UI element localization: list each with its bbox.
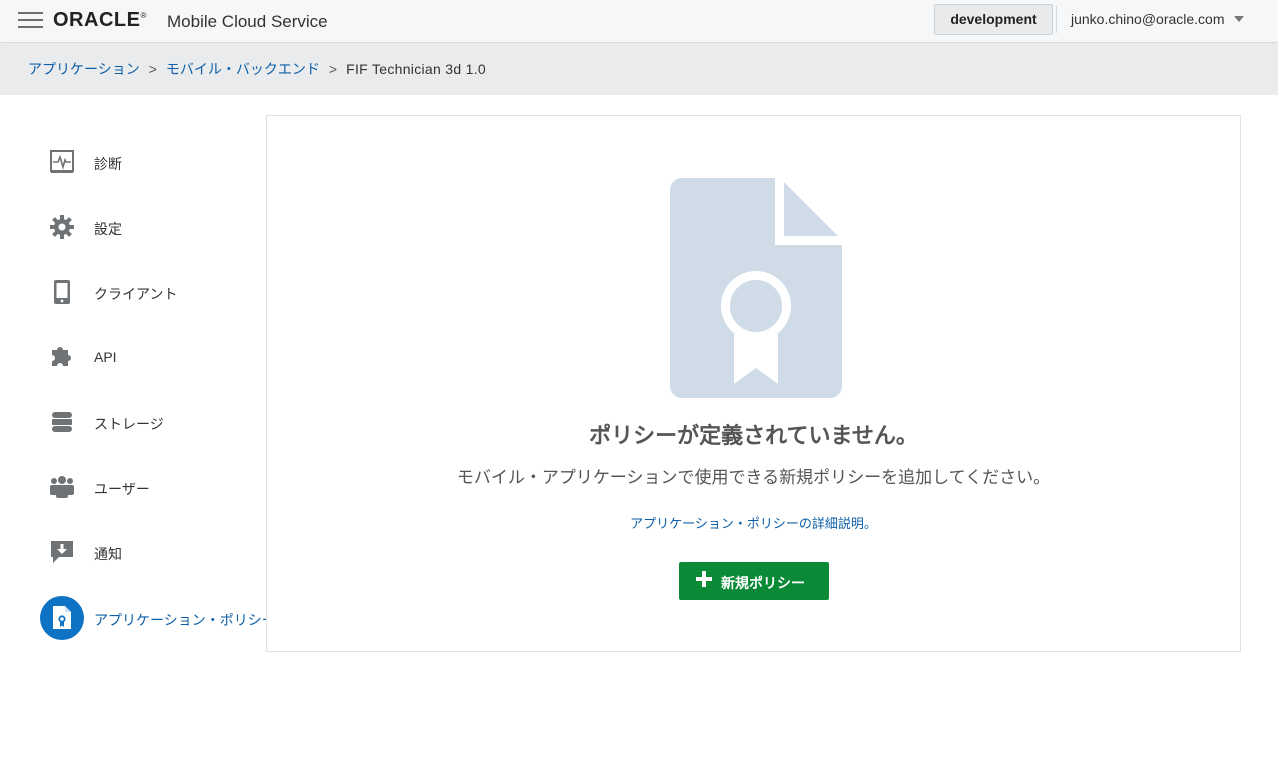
sidebar-item-storage[interactable]: ストレージ: [40, 400, 255, 444]
sidebar-item-label: 診断: [94, 156, 122, 172]
breadcrumb-bar: アプリケーション > モバイル・バックエンド > FIF Technician 3d 1…: [0, 44, 1278, 95]
notification-icon: [40, 530, 84, 574]
sidebar-item-label: クライアント: [94, 286, 178, 302]
sidebar-item-users[interactable]: ユーザー: [40, 465, 255, 509]
breadcrumb-separator: >: [148, 61, 157, 77]
policy-document-icon: [40, 596, 84, 640]
new-policy-button[interactable]: 新規ポリシー: [679, 562, 829, 600]
diagnostics-icon: [40, 140, 84, 184]
sidebar-item-label: ストレージ: [94, 416, 164, 432]
oracle-logo: ORACLE®: [53, 9, 147, 31]
environment-button[interactable]: development: [934, 4, 1053, 35]
policies-empty-panel: ポリシーが定義されていません。 モバイル・アプリケーションで使用できる新規ポリシ…: [266, 115, 1241, 652]
sidebar-item-label: ユーザー: [94, 481, 150, 497]
breadcrumb: アプリケーション > モバイル・バックエンド > FIF Technician 3d 1…: [28, 59, 486, 79]
sidebar-item-label: 通知: [94, 546, 122, 562]
sidebar-item-api[interactable]: API: [40, 335, 255, 379]
sidebar-item-label: 設定: [94, 221, 122, 237]
sidebar-item-label: アプリケーション・ポリシー: [94, 612, 276, 628]
sidebar-item-notifications[interactable]: 通知: [40, 530, 255, 574]
mobile-device-icon: [40, 270, 84, 314]
sidebar-item-settings[interactable]: 設定: [40, 205, 255, 249]
breadcrumb-current: FIF Technician 3d 1.0: [346, 61, 487, 77]
sidebar-item-label: API: [94, 349, 117, 365]
hamburger-menu-icon[interactable]: [18, 12, 43, 30]
empty-state-title: ポリシーが定義されていません。: [589, 423, 918, 448]
gear-icon: [40, 205, 84, 249]
breadcrumb-mobile-backends[interactable]: モバイル・バックエンド: [166, 61, 320, 77]
empty-state-description: モバイル・アプリケーションで使用できる新規ポリシーを追加してください。: [456, 468, 1051, 487]
breadcrumb-applications[interactable]: アプリケーション: [28, 61, 140, 77]
storage-icon: [40, 400, 84, 444]
header-divider: [1056, 6, 1057, 33]
app-header: ORACLE® Mobile Cloud Service development…: [0, 0, 1278, 43]
plus-icon: [696, 571, 712, 587]
new-policy-button-label: 新規ポリシー: [721, 575, 805, 591]
users-icon: [40, 465, 84, 509]
chevron-down-icon[interactable]: [1234, 16, 1244, 22]
policy-certificate-document-icon: [670, 178, 842, 400]
user-menu[interactable]: junko.chino@oracle.com: [1071, 11, 1225, 27]
sidebar-item-clients[interactable]: クライアント: [40, 270, 255, 314]
learn-more-link[interactable]: アプリケーション・ポリシーの詳細説明。: [267, 513, 1240, 532]
puzzle-icon: [40, 335, 84, 379]
sidebar-item-diagnostics[interactable]: 診断: [40, 140, 255, 184]
sidebar-item-application-policies[interactable]: アプリケーション・ポリシー: [40, 596, 276, 640]
breadcrumb-separator: >: [328, 61, 338, 77]
product-name: Mobile Cloud Service: [167, 12, 328, 31]
